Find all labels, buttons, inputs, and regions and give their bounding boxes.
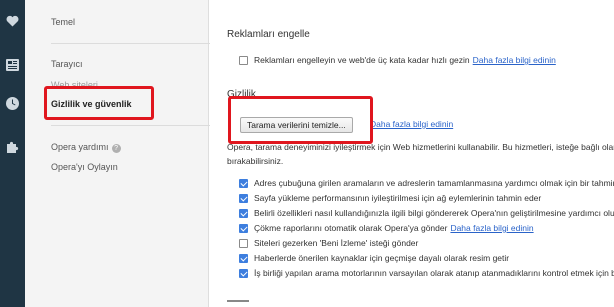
divider [51, 125, 211, 126]
privacy-option[interactable]: Belirli özellikleri nasıl kullandığınızl… [239, 208, 614, 218]
privacy-learn-more-row: Daha fazla bilgi edinin [367, 119, 453, 129]
privacy-learn-more-link[interactable]: Daha fazla bilgi edinin [370, 119, 453, 129]
icon-rail [0, 0, 25, 307]
privacy-option[interactable]: Çökme raporlarını otomatik olarak Opera'… [239, 223, 534, 233]
sidebar-item-browser[interactable]: Tarayıcı [51, 59, 83, 69]
settings-main: Reklamları engelle Reklamları engelleyin… [210, 0, 614, 307]
next-section-title-fragment [227, 300, 249, 302]
search-engine-check-checkbox[interactable] [239, 268, 248, 278]
network-prediction-checkbox[interactable] [239, 193, 248, 203]
section-title-privacy: Gizlilik [227, 89, 256, 100]
divider [51, 43, 211, 44]
news-icon[interactable] [5, 57, 20, 72]
sidebar-item-privacy-security[interactable]: Gizlilik ve güvenlik [51, 99, 132, 109]
privacy-description-line: bırakabilirsiniz. [227, 156, 284, 166]
block-ads-option[interactable]: Reklamları engelleyin ve web'de üç kata … [239, 55, 556, 65]
privacy-option[interactable]: Sayfa yükleme performansının iyileştiril… [239, 193, 541, 203]
block-ads-checkbox[interactable] [239, 55, 248, 65]
clock-icon[interactable] [5, 96, 20, 111]
settings-sidebar: Temel Tarayıcı Web siteleri Gizlilik ve … [25, 0, 211, 307]
privacy-option-label: Belirli özellikleri nasıl kullandığınızl… [254, 208, 614, 218]
privacy-option-label: Sayfa yükleme performansının iyileştiril… [254, 193, 542, 203]
privacy-option[interactable]: Adres çubuğuna girilen aramaların ve adr… [239, 178, 614, 188]
prediction-service-checkbox[interactable] [239, 178, 248, 188]
sidebar-item-rate-opera[interactable]: Opera'yı Oylayın [51, 162, 118, 172]
do-not-track-checkbox[interactable] [239, 238, 248, 248]
ads-learn-more-link[interactable]: Daha fazla bilgi edinin [473, 55, 556, 65]
clear-browsing-data-button[interactable]: Tarama verilerini temizle... [240, 117, 353, 133]
sidebar-item-label: Opera yardımı [51, 142, 109, 152]
privacy-option-label: Siteleri gezerken 'Beni İzleme' isteği g… [254, 238, 419, 248]
privacy-option-label: Haberlerde önerilen kaynaklar için geçmi… [254, 253, 510, 263]
privacy-option[interactable]: Haberlerde önerilen kaynaklar için geçmi… [239, 253, 509, 263]
privacy-option-label: İş birliği yapılan arama motorlarının va… [254, 268, 614, 278]
privacy-description: Opera, tarama deneyiminizi iyileştirmek … [227, 140, 614, 168]
block-ads-label: Reklamları engelleyin ve web'de üç kata … [254, 55, 470, 65]
privacy-description-line: Opera, tarama deneyiminizi iyileştirmek … [227, 142, 614, 152]
privacy-option-label: Adres çubuğuna girilen aramaların ve adr… [254, 178, 614, 188]
privacy-option-label: Çökme raporlarını otomatik olarak Opera'… [254, 223, 448, 233]
privacy-option[interactable]: Siteleri gezerken 'Beni İzleme' isteği g… [239, 238, 418, 248]
sidebar-item-opera-help[interactable]: Opera yardımı? [51, 142, 121, 153]
help-question-icon: ? [111, 144, 121, 153]
crash-reports-learn-more-link[interactable]: Daha fazla bilgi edinin [450, 223, 533, 233]
sidebar-item-websites[interactable]: Web siteleri [51, 80, 98, 90]
news-images-checkbox[interactable] [239, 253, 248, 263]
section-title-ad-block: Reklamları engelle [227, 29, 310, 40]
usage-stats-checkbox[interactable] [239, 208, 248, 218]
puzzle-icon[interactable] [5, 139, 20, 154]
sidebar-item-basic[interactable]: Temel [51, 17, 75, 27]
heart-icon[interactable] [5, 13, 20, 28]
crash-reports-checkbox[interactable] [239, 223, 248, 233]
privacy-option[interactable]: İş birliği yapılan arama motorlarının va… [239, 268, 614, 278]
